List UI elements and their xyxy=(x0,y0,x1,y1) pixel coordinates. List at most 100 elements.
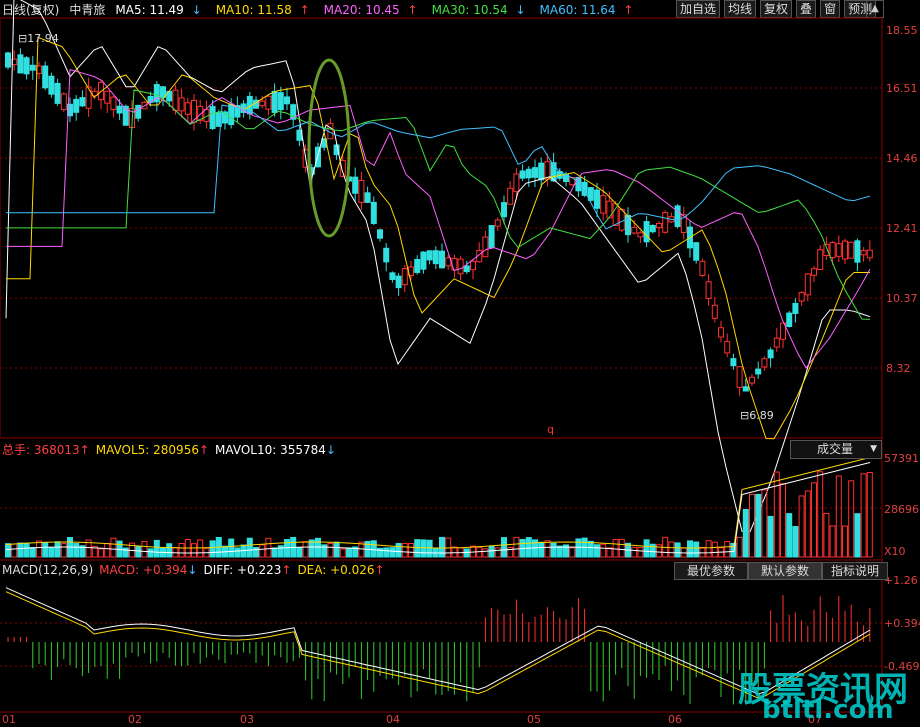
volume-bar xyxy=(265,537,272,558)
total-volume: 总手: 368013↑ xyxy=(2,443,90,457)
volume-bar xyxy=(798,495,805,558)
volume-bar xyxy=(395,542,402,558)
volume-bar xyxy=(11,543,18,558)
candle-body xyxy=(532,167,538,178)
ma-line-4 xyxy=(6,104,871,230)
volume-bar xyxy=(575,538,582,558)
candle-body xyxy=(383,247,390,263)
candle-body xyxy=(389,272,396,280)
price-tick: 8.32 xyxy=(886,362,911,375)
candle-body xyxy=(494,219,501,227)
tab-indicator-help[interactable]: 指标说明 xyxy=(822,562,888,580)
candle-body xyxy=(364,192,371,203)
volume-bar xyxy=(668,541,675,558)
candle-body xyxy=(860,250,867,256)
volume-bar xyxy=(296,547,303,558)
candle-body xyxy=(377,229,383,239)
candle-body xyxy=(5,52,11,68)
volume-bar xyxy=(172,547,179,558)
candle-body xyxy=(116,105,123,114)
volume-bar xyxy=(761,489,768,558)
volume-bar xyxy=(197,539,204,558)
volume-bar xyxy=(612,539,619,558)
candle-body xyxy=(110,96,117,111)
macd-tick: +0.394 xyxy=(884,617,920,630)
indicator-dropdown[interactable]: 成交量 ▼ xyxy=(790,440,882,459)
candle-body xyxy=(23,57,30,75)
candle-body xyxy=(792,302,799,314)
candle-body xyxy=(439,250,445,269)
volume-bar xyxy=(544,540,551,558)
candle-body xyxy=(48,75,55,95)
volume-bar xyxy=(191,543,197,558)
price-tick: 16.51 xyxy=(886,82,918,95)
candle-body xyxy=(178,97,185,112)
macd-title: MACD(12,26,9) xyxy=(2,563,94,577)
volume-header: 总手: 368013↑ MAVOL5: 280956↑ MAVOL10: 355… xyxy=(2,441,336,458)
candle-body xyxy=(414,259,421,273)
volume-bar xyxy=(153,539,160,558)
volume-bar xyxy=(408,542,414,558)
candle-body xyxy=(649,224,656,233)
candle-body xyxy=(85,86,92,109)
candle-body xyxy=(426,250,433,261)
high-price-marker: ⊟17.94 xyxy=(18,32,59,45)
candle-body xyxy=(420,251,427,270)
volume-bar xyxy=(724,541,731,558)
mavol5-label: MAVOL5: 280956↑ xyxy=(95,442,210,457)
volume-bar xyxy=(48,547,55,558)
candle-body xyxy=(60,93,67,111)
candle-body xyxy=(693,242,700,261)
candle-body xyxy=(209,106,216,129)
tab-optimal-params[interactable]: 最优参数 xyxy=(674,562,748,580)
volume-bar xyxy=(60,543,67,558)
volume-bar xyxy=(594,544,600,558)
candle-body xyxy=(265,95,272,110)
volume-bar xyxy=(866,471,873,558)
volume-bar xyxy=(234,547,241,558)
candle-body xyxy=(637,232,644,238)
volume-bar xyxy=(327,542,334,558)
candle-body xyxy=(612,203,619,227)
volume-bar xyxy=(829,525,836,558)
candle-body xyxy=(718,327,724,338)
volume-bar xyxy=(389,547,396,558)
volume-bar xyxy=(848,480,855,558)
candle-body xyxy=(755,368,762,375)
ma-line-3 xyxy=(6,89,871,320)
volume-bar xyxy=(860,473,867,558)
candle-body xyxy=(742,386,749,392)
volume-bar xyxy=(104,543,111,558)
volume-bar xyxy=(271,547,278,558)
candle-body xyxy=(724,341,731,354)
candle-body xyxy=(804,273,811,296)
candle-body xyxy=(184,102,191,115)
volume-bar xyxy=(835,475,842,558)
chevron-down-icon: ▼ xyxy=(870,444,877,454)
volume-bar xyxy=(569,547,576,558)
volume-bar xyxy=(166,543,173,558)
volume-bar xyxy=(228,538,235,558)
volume-bar xyxy=(587,540,594,558)
watermark-url: btltl.com xyxy=(762,695,894,725)
candle-body xyxy=(277,92,284,111)
candle-body xyxy=(643,221,650,243)
volume-bars xyxy=(5,457,873,558)
candle-body xyxy=(749,376,755,384)
candle-body xyxy=(866,249,873,259)
candle-body xyxy=(352,176,359,194)
tab-default-params[interactable]: 默认参数 xyxy=(748,562,822,580)
candle-body xyxy=(699,260,706,277)
volume-bar xyxy=(513,536,520,558)
volume-bar xyxy=(600,543,607,558)
candle-body xyxy=(42,65,49,89)
volume-bar xyxy=(259,544,266,558)
volume-bar xyxy=(792,526,799,558)
volume-bar xyxy=(637,547,644,558)
candle-body xyxy=(773,337,780,348)
volume-bar xyxy=(42,541,49,558)
candle-body xyxy=(829,242,836,258)
volume-bar xyxy=(488,545,495,558)
volume-bar xyxy=(811,482,817,558)
volume-bar xyxy=(643,539,650,558)
